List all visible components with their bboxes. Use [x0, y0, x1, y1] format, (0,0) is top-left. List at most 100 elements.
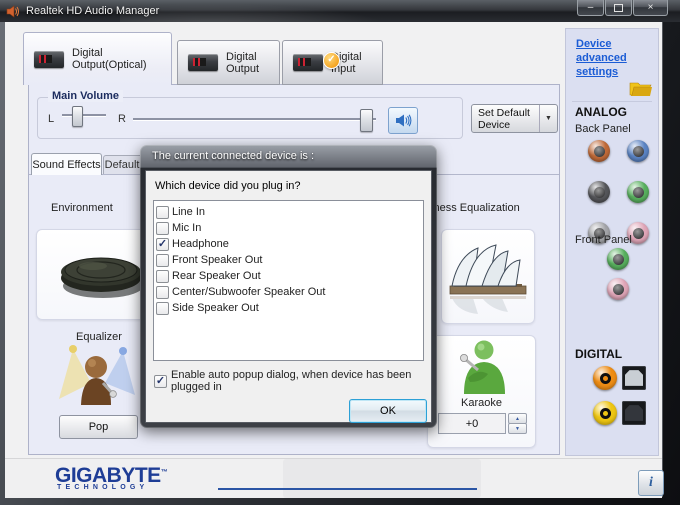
main-volume-slider[interactable] — [133, 107, 376, 132]
device-option-rear-speaker-out[interactable]: Rear Speaker Out — [156, 268, 421, 284]
checkbox-icon[interactable] — [156, 221, 169, 235]
main-volume-thumb[interactable] — [360, 109, 374, 132]
minimize-icon: – — [587, 1, 594, 13]
auto-popup-label: Enable auto popup dialog, when device ha… — [171, 369, 412, 393]
set-default-device-button[interactable]: Set Default Device ▼ — [471, 104, 558, 133]
window-title: Realtek HD Audio Manager — [26, 5, 160, 17]
equalizer-preset-button[interactable]: Pop — [59, 415, 138, 439]
karaoke-singer-image — [459, 340, 505, 394]
back-jack-blue[interactable] — [627, 140, 649, 162]
balance-slider[interactable] — [62, 103, 106, 128]
jack-hole — [612, 283, 624, 295]
device-option-label: Front Speaker Out — [172, 254, 263, 266]
tab-sound-effects[interactable]: Sound Effects — [31, 153, 102, 175]
footer-watermark — [283, 459, 481, 498]
device-list: Line In Mic In ✓ Headphone Front Speaker Out… — [153, 200, 424, 361]
connected-check-badge-icon: ✓ — [323, 52, 340, 69]
dialog-body: Which device did you plug in? Line In Mic… — [145, 170, 432, 423]
set-default-line2: Device — [478, 119, 511, 131]
back-jack-green[interactable] — [627, 181, 649, 203]
close-icon: × — [647, 1, 654, 13]
spdif-orange-rca-icon[interactable] — [593, 366, 617, 390]
device-option-side-speaker-out[interactable]: Side Speaker Out — [156, 300, 421, 316]
main-volume-title: Main Volume — [48, 90, 124, 102]
set-default-line1: Set Default — [478, 107, 530, 119]
device-box-icon — [34, 50, 64, 68]
device-option-label: Headphone — [172, 238, 229, 250]
checkbox-icon[interactable] — [156, 253, 169, 267]
auto-popup-checkbox[interactable]: ✓ — [154, 374, 167, 388]
front-jack-green[interactable] — [607, 248, 629, 270]
device-option-headphone[interactable]: ✓ Headphone — [156, 236, 421, 252]
front-panel-label: Front Panel — [575, 234, 632, 246]
karaoke-key-control: +0 ▲ ▼ — [438, 413, 527, 434]
footer-bar: GIGABYTE™ TECHNOLOGY i — [5, 458, 664, 498]
realtek-audio-manager-window: Realtek HD Audio Manager – × Digital Out… — [0, 0, 680, 505]
close-button[interactable]: × — [633, 0, 668, 16]
front-panel-jacks — [607, 248, 629, 300]
front-jack-pink[interactable] — [607, 278, 629, 300]
checkbox-icon[interactable] — [156, 269, 169, 283]
device-option-center-subwoofer-speaker-out[interactable]: Center/Subwoofer Speaker Out — [156, 284, 421, 300]
device-box-icon: ✓ — [293, 52, 340, 71]
tab-digital-output-optical[interactable]: Digital Output(Optical) — [23, 32, 172, 85]
connector-panel: Device advanced settings ANALOG Back Pan… — [565, 28, 659, 456]
back-panel-label: Back Panel — [575, 123, 631, 135]
device-advanced-settings-link[interactable]: Device advanced settings — [576, 37, 654, 79]
footer-rule — [218, 488, 477, 490]
info-button[interactable]: i — [638, 470, 664, 496]
device-option-label: Rear Speaker Out — [172, 270, 261, 282]
checkbox-icon[interactable] — [156, 285, 169, 299]
auto-popup-option[interactable]: ✓ Enable auto popup dialog, when device … — [154, 369, 431, 393]
window-titlebar: Realtek HD Audio Manager – × — [0, 0, 680, 22]
balance-track — [62, 114, 106, 117]
spdif-yellow — [593, 401, 646, 425]
device-option-label: Center/Subwoofer Speaker Out — [172, 286, 326, 298]
preset-label: Pop — [88, 421, 109, 433]
window-controls: – × — [576, 0, 668, 16]
device-option-line-in[interactable]: Line In — [156, 204, 421, 220]
dialog-title: The current connected device is : — [152, 150, 315, 162]
jack-hole — [612, 253, 624, 265]
tab-digital-output[interactable]: Digital Output — [177, 40, 280, 85]
spdif-orange-optical-icon[interactable] — [622, 366, 646, 390]
balance-thumb[interactable] — [72, 106, 84, 127]
mute-button[interactable] — [388, 107, 418, 134]
set-default-dropdown[interactable]: ▼ — [539, 105, 557, 132]
device-option-front-speaker-out[interactable]: Front Speaker Out — [156, 252, 421, 268]
maximize-button[interactable] — [605, 0, 632, 16]
device-option-label: Side Speaker Out — [172, 302, 259, 314]
jack-hole — [632, 186, 644, 198]
balance-right-label: R — [118, 113, 126, 125]
minimize-button[interactable]: – — [577, 0, 604, 16]
equalizer-label: Equalizer — [76, 331, 122, 343]
ok-label: OK — [380, 405, 396, 417]
back-jack-black[interactable] — [588, 181, 610, 203]
app-speaker-icon — [6, 4, 20, 18]
folder-icon[interactable] — [629, 79, 653, 98]
spdif-yellow-optical-icon[interactable] — [622, 401, 646, 425]
checkbox-icon[interactable] — [156, 301, 169, 315]
device-box-icon — [188, 54, 218, 71]
checkbox-icon[interactable]: ✓ — [156, 237, 169, 251]
down-arrow-icon: ▼ — [515, 425, 520, 432]
info-icon: i — [649, 475, 653, 490]
room-correction-preview[interactable] — [441, 229, 535, 324]
jack-hole — [632, 227, 644, 239]
tab-label: Digital Output(Optical) — [72, 47, 147, 71]
titlebar-glare — [120, 0, 420, 22]
back-jack-orange[interactable] — [588, 140, 610, 162]
karaoke-key-down-button[interactable]: ▼ — [508, 423, 527, 434]
spdif-orange — [593, 366, 646, 390]
chevron-down-icon: ▼ — [545, 115, 552, 122]
trademark: ™ — [160, 469, 168, 476]
speaker-icon — [395, 114, 411, 127]
tab-digital-input[interactable]: ✓ Digital Input — [282, 40, 383, 85]
spdif-yellow-rca-icon[interactable] — [593, 401, 617, 425]
device-option-mic-in[interactable]: Mic In — [156, 220, 421, 236]
balance-left-label: L — [48, 113, 55, 125]
checkbox-icon[interactable] — [156, 205, 169, 219]
jack-hole — [632, 145, 644, 157]
ok-button[interactable]: OK — [349, 399, 427, 423]
equalizer-singer-image — [59, 345, 135, 405]
